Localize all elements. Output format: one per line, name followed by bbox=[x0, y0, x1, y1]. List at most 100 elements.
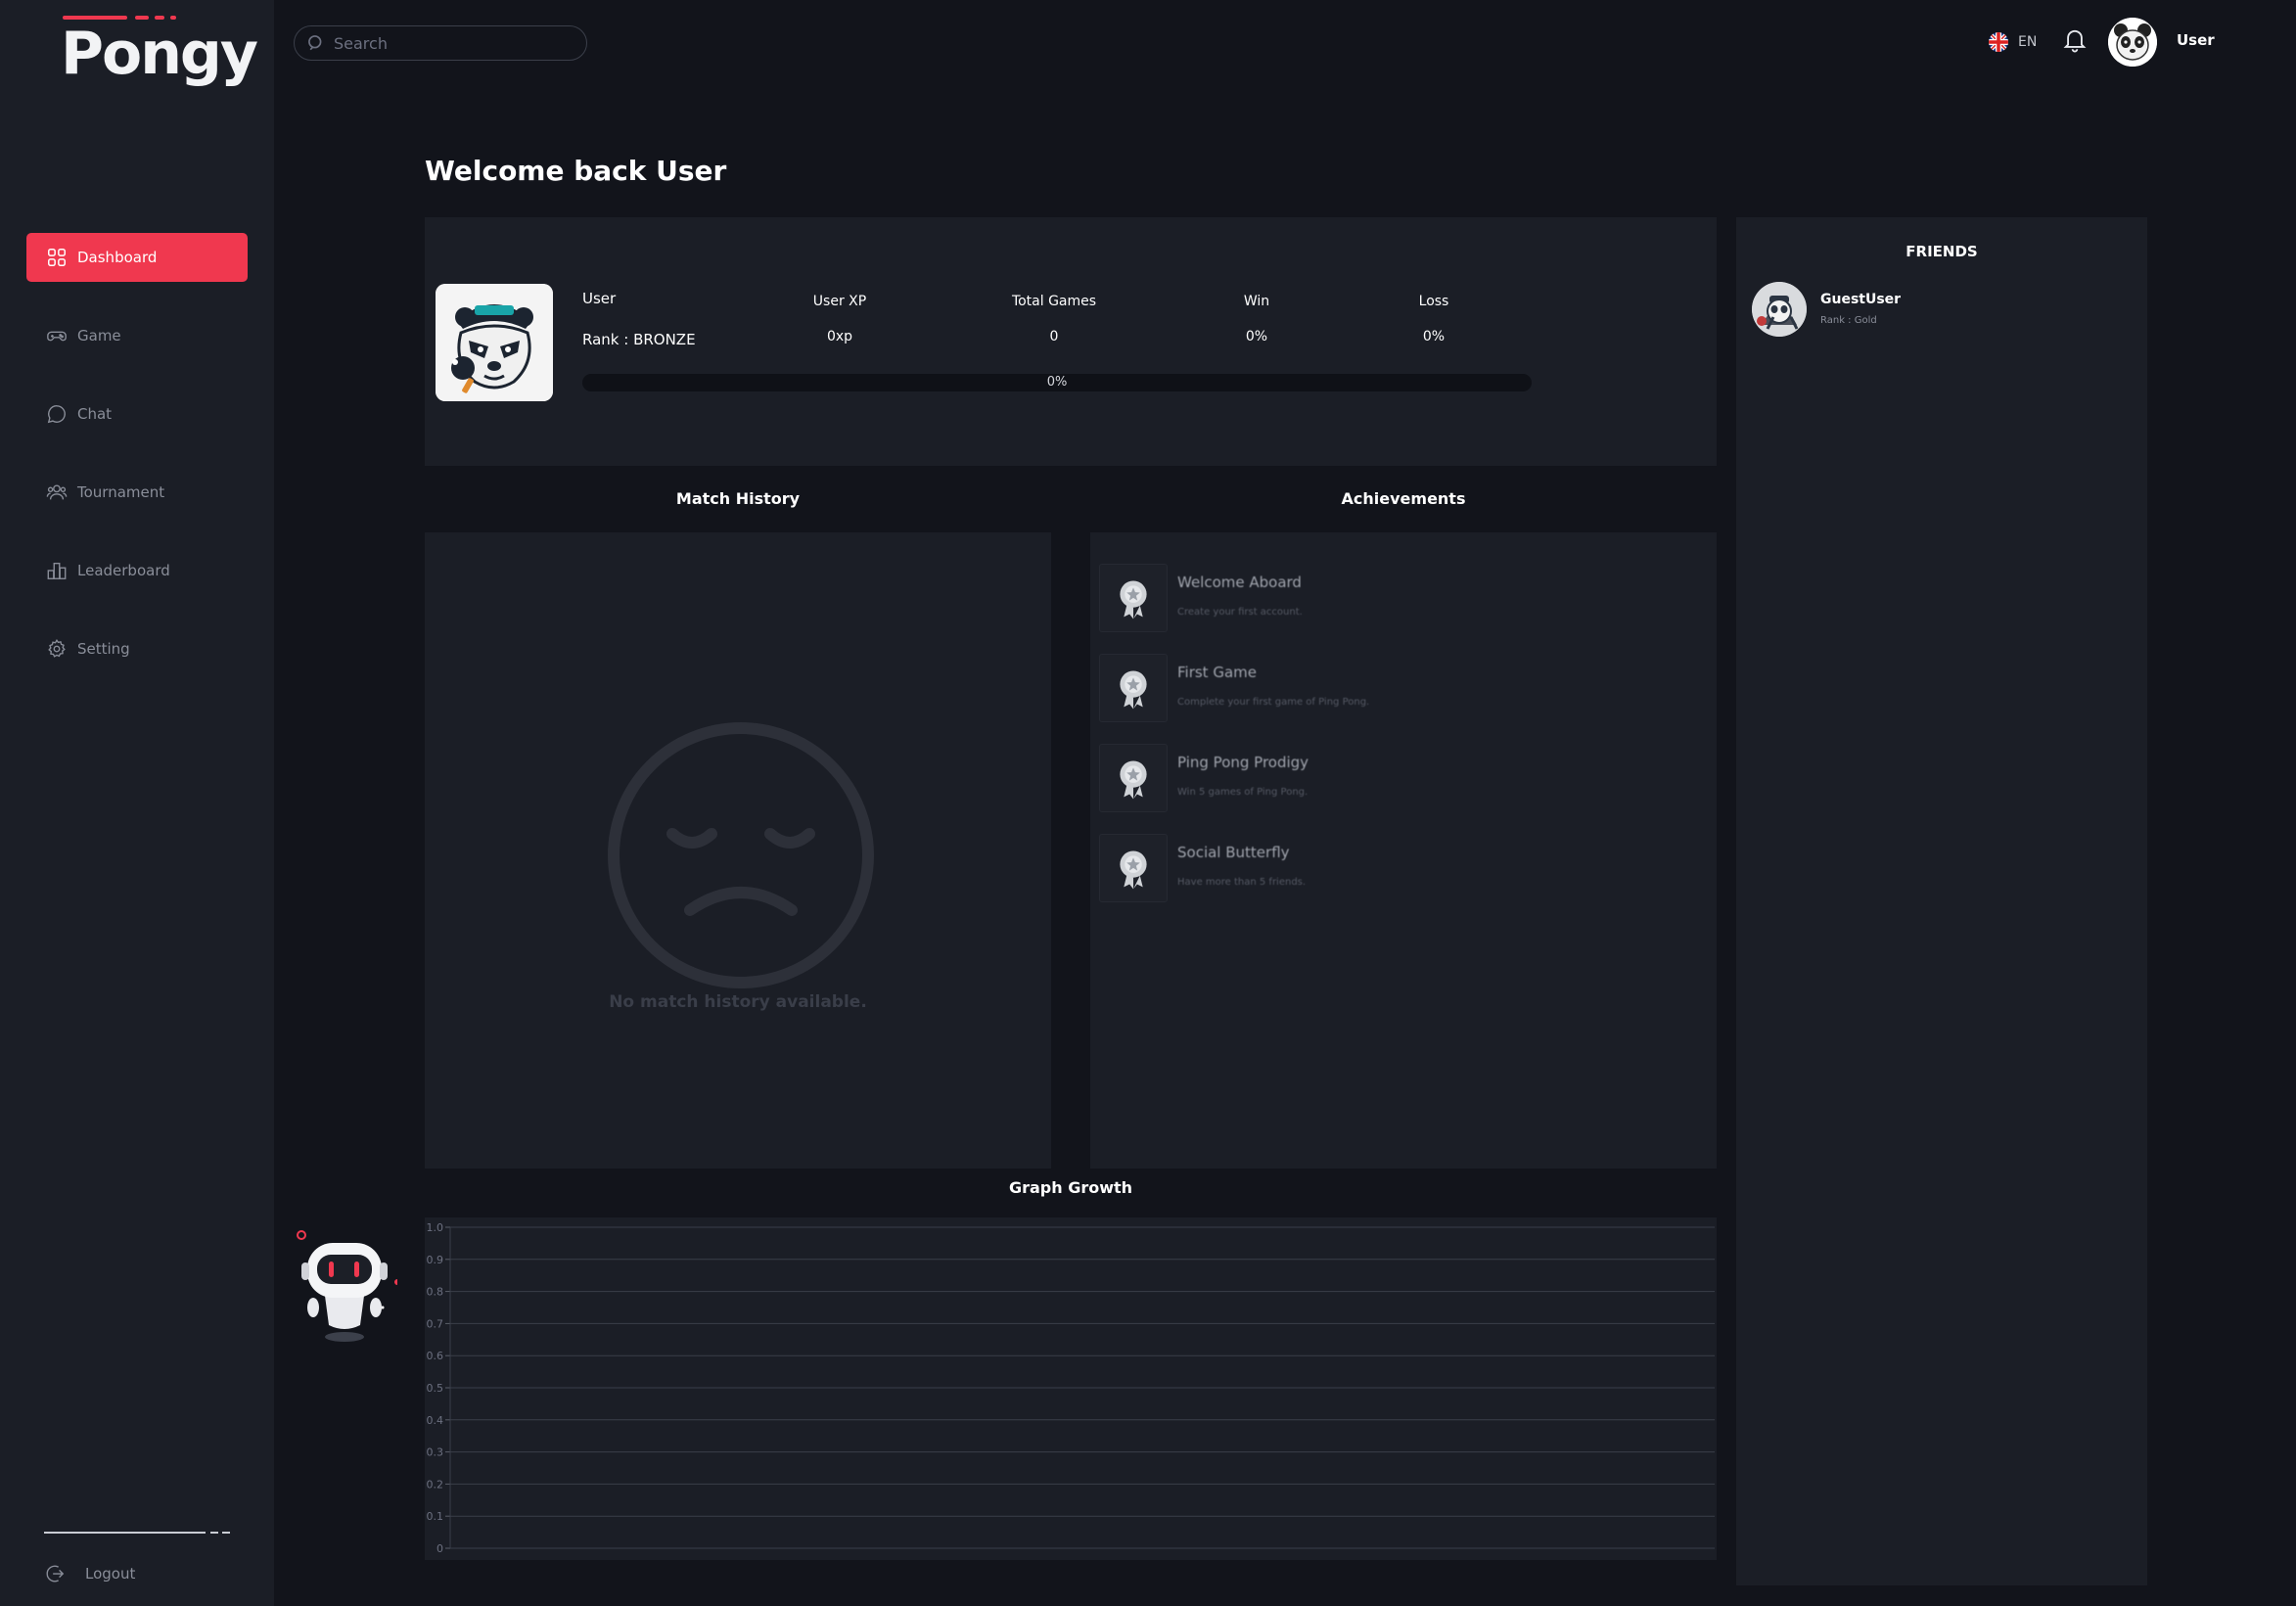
robot-icon bbox=[297, 1230, 400, 1342]
logout-label: Logout bbox=[85, 1565, 136, 1583]
stat-label: Loss bbox=[1418, 294, 1449, 309]
friend-name[interactable]: GuestUser bbox=[1820, 292, 1901, 307]
achievement-item[interactable]: Ping Pong Prodigy Win 5 games of Ping Po… bbox=[1099, 744, 1686, 812]
page-title: Welcome back User bbox=[425, 155, 727, 187]
stat-value: 0% bbox=[1245, 329, 1268, 344]
achievement-badge-icon bbox=[1099, 834, 1168, 902]
stat-total-games: Total Games 0 bbox=[976, 294, 1132, 344]
achievement-desc: Win 5 games of Ping Pong. bbox=[1177, 787, 1309, 798]
sidebar-item-leaderboard[interactable]: Leaderboard bbox=[26, 546, 248, 595]
stat-value: 0 bbox=[1049, 329, 1059, 344]
achievement-item[interactable]: Social Butterfly Have more than 5 friend… bbox=[1099, 834, 1686, 902]
robot-assistant[interactable] bbox=[290, 1227, 400, 1345]
logo[interactable]: Pongy bbox=[61, 16, 258, 94]
achievements-panel: Welcome Aboard Create your first account… bbox=[1090, 532, 1717, 1169]
language-selector[interactable]: EN bbox=[1989, 29, 2037, 55]
friend-avatar-icon bbox=[1752, 282, 1807, 337]
achievement-title: Welcome Aboard bbox=[1177, 574, 1302, 591]
achievement-badge-icon bbox=[1099, 654, 1168, 722]
sidebar-item-setting[interactable]: Setting bbox=[26, 624, 248, 673]
users-icon bbox=[46, 484, 68, 500]
bar-chart-icon bbox=[47, 562, 67, 579]
chat-bubble-icon bbox=[47, 405, 66, 424]
logo-text: Pongy bbox=[61, 20, 258, 88]
profile-rank: Rank : BRONZE bbox=[582, 331, 696, 348]
achievement-item[interactable]: First Game Complete your first game of P… bbox=[1099, 654, 1686, 722]
sidebar-item-label: Setting bbox=[77, 640, 130, 658]
y-tick-label: 0.8 bbox=[427, 1286, 444, 1299]
friends-title: FRIENDS bbox=[1906, 243, 1978, 260]
stat-user-xp: User XP 0xp bbox=[761, 294, 918, 344]
y-tick-label: 0 bbox=[436, 1542, 443, 1555]
sidebar-item-label: Tournament bbox=[77, 483, 165, 501]
y-tick-label: 0.3 bbox=[427, 1446, 444, 1459]
sad-face-icon bbox=[608, 722, 874, 988]
stat-value: 0xp bbox=[826, 329, 853, 344]
achievement-desc: Create your first account. bbox=[1177, 607, 1303, 618]
logout-icon bbox=[46, 1565, 65, 1583]
y-tick-label: 0.5 bbox=[427, 1382, 444, 1395]
achievement-badge-icon bbox=[1099, 744, 1168, 812]
xp-progress-text: 0% bbox=[1046, 375, 1068, 390]
profile-card: User Rank : BRONZE User XP 0xp Total Gam… bbox=[425, 217, 1717, 466]
achievement-title: First Game bbox=[1177, 664, 1257, 681]
gamepad-icon bbox=[47, 331, 67, 342]
y-tick-label: 0.6 bbox=[427, 1350, 444, 1362]
achievement-badge-icon bbox=[1099, 564, 1168, 632]
search-icon bbox=[308, 35, 322, 51]
sidebar-item-dashboard[interactable]: Dashboard bbox=[26, 233, 248, 282]
sidebar-item-chat[interactable]: Chat bbox=[26, 390, 248, 438]
logout-button[interactable]: Logout bbox=[44, 1559, 135, 1588]
graph-title: Graph Growth bbox=[1008, 1178, 1133, 1197]
stat-loss: Loss 0% bbox=[1355, 294, 1512, 344]
achievement-title: Ping Pong Prodigy bbox=[1177, 754, 1309, 771]
sidebar-item-game[interactable]: Game bbox=[26, 311, 248, 360]
stat-value: 0% bbox=[1422, 329, 1446, 344]
y-tick-label: 0.9 bbox=[427, 1254, 444, 1266]
achievement-desc: Complete your first game of Ping Pong. bbox=[1177, 697, 1370, 708]
panda-avatar-icon bbox=[2108, 18, 2157, 67]
dashboard-grid-icon bbox=[48, 249, 66, 266]
sidebar-item-label: Game bbox=[77, 327, 121, 344]
profile-avatar bbox=[436, 284, 553, 401]
sidebar: Pongy Dashboard Game Chat Tournament Lea… bbox=[0, 0, 274, 1606]
sidebar-item-tournament[interactable]: Tournament bbox=[26, 468, 248, 517]
gear-icon bbox=[48, 639, 66, 658]
language-code: EN bbox=[2018, 34, 2038, 50]
profile-name: User bbox=[582, 290, 617, 307]
sidebar-divider bbox=[44, 1532, 230, 1534]
y-tick-label: 0.4 bbox=[427, 1414, 444, 1427]
growth-chart: 0 0.1 0.2 0.3 0.4 0.5 0.6 0.7 0.8 0.9 1.0 bbox=[427, 1221, 1715, 1555]
top-username[interactable]: User bbox=[2177, 31, 2215, 49]
search-input[interactable] bbox=[334, 33, 569, 53]
y-tick-label: 0.1 bbox=[427, 1510, 444, 1523]
no-history-text: No match history available. bbox=[609, 992, 867, 1012]
achievement-desc: Have more than 5 friends. bbox=[1177, 877, 1307, 888]
match-history-title: Match History bbox=[675, 489, 801, 508]
y-tick-label: 0.2 bbox=[427, 1478, 444, 1491]
friend-rank: Rank : Gold bbox=[1820, 315, 1877, 326]
friends-panel: FRIENDS GuestUser Rank : Gold bbox=[1736, 217, 2147, 1585]
graph-panel: 0 0.1 0.2 0.3 0.4 0.5 0.6 0.7 0.8 0.9 1.0 bbox=[425, 1217, 1717, 1560]
achievement-title: Social Butterfly bbox=[1177, 844, 1290, 861]
notification-bell-icon[interactable] bbox=[2061, 25, 2089, 55]
sidebar-item-label: Chat bbox=[77, 405, 113, 423]
stat-label: Total Games bbox=[1011, 294, 1097, 309]
stat-label: User XP bbox=[812, 294, 867, 309]
search-bar[interactable] bbox=[294, 25, 587, 61]
y-tick-label: 1.0 bbox=[427, 1221, 444, 1234]
xp-progress-bar: 0% bbox=[582, 374, 1532, 391]
friend-avatar[interactable] bbox=[1752, 282, 1807, 337]
app-root: Pongy Dashboard Game Chat Tournament Lea… bbox=[0, 0, 2296, 1606]
user-avatar[interactable] bbox=[2108, 18, 2157, 67]
sidebar-item-label: Dashboard bbox=[77, 249, 158, 266]
panda-mascot-icon bbox=[436, 284, 553, 401]
uk-flag-icon bbox=[1989, 32, 2008, 52]
achievements-title: Achievements bbox=[1341, 489, 1466, 508]
sidebar-item-label: Leaderboard bbox=[77, 562, 170, 579]
stat-win: Win 0% bbox=[1178, 294, 1335, 344]
match-history-panel: No match history available. bbox=[425, 532, 1051, 1169]
stat-label: Win bbox=[1243, 294, 1270, 309]
y-tick-label: 0.7 bbox=[427, 1317, 444, 1330]
achievement-item[interactable]: Welcome Aboard Create your first account… bbox=[1099, 564, 1686, 632]
